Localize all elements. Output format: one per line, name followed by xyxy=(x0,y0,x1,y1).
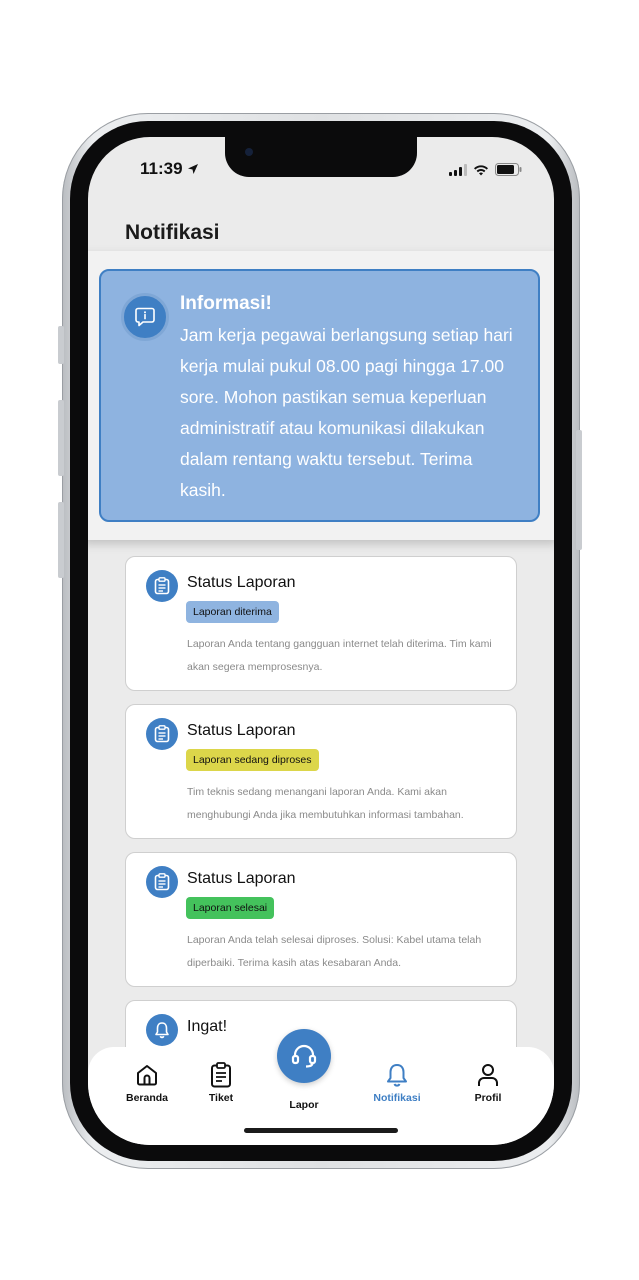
nav-profil[interactable]: Profil xyxy=(453,1061,523,1104)
info-message-icon xyxy=(121,293,169,341)
user-icon xyxy=(453,1061,523,1089)
bottom-navigation: Beranda Tiket Lapor Notifikasi Profil xyxy=(88,1029,554,1145)
notification-list: Status Laporan Laporan diterima Laporan … xyxy=(125,556,517,1073)
clipboard-icon xyxy=(146,718,178,750)
nav-label: Beranda xyxy=(125,1092,168,1104)
bell-icon xyxy=(146,1014,178,1046)
status-icons xyxy=(449,163,522,176)
volume-up-button xyxy=(58,400,64,476)
notification-description: Laporan Anda tentang gangguan internet t… xyxy=(187,638,492,673)
nav-tiket[interactable]: Tiket xyxy=(186,1061,256,1104)
notification-title: Status Laporan xyxy=(187,574,296,591)
status-badge: Laporan sedang diproses xyxy=(186,749,319,771)
power-button xyxy=(576,430,582,550)
nav-notifikasi[interactable]: Notifikasi xyxy=(362,1061,432,1104)
nav-label: Notifikasi xyxy=(373,1092,421,1104)
notification-description: Laporan Anda telah selesai diproses. Sol… xyxy=(187,934,482,969)
nav-label: Lapor xyxy=(289,1099,319,1111)
front-camera xyxy=(245,148,253,156)
bell-icon xyxy=(362,1061,432,1089)
info-popup: Informasi! Jam kerja pegawai berlangsung… xyxy=(88,251,554,540)
info-text: Jam kerja pegawai berlangsung setiap har… xyxy=(180,325,513,500)
nav-label: Tiket xyxy=(208,1092,234,1104)
app-screen: 11:39 Notifikasi Status Laporan Laporan … xyxy=(88,137,554,1145)
notification-title: Status Laporan xyxy=(187,722,296,739)
battery-icon xyxy=(495,163,522,176)
nav-label: Profil xyxy=(474,1092,502,1104)
notification-card[interactable]: Status Laporan Laporan selesai Laporan A… xyxy=(125,852,517,987)
notification-title: Ingat! xyxy=(187,1018,228,1035)
status-badge: Laporan diterima xyxy=(186,601,279,623)
home-indicator[interactable] xyxy=(244,1128,398,1133)
nav-beranda[interactable]: Beranda xyxy=(112,1061,182,1104)
clipboard-icon xyxy=(186,1061,256,1089)
notch xyxy=(225,137,417,177)
info-banner[interactable]: Informasi! Jam kerja pegawai berlangsung… xyxy=(99,269,540,522)
volume-down-button xyxy=(58,502,64,578)
silent-switch xyxy=(58,326,64,364)
notification-card[interactable]: Status Laporan Laporan diterima Laporan … xyxy=(125,556,517,691)
wifi-icon xyxy=(473,164,489,176)
cellular-signal-icon xyxy=(449,163,467,176)
notification-card[interactable]: Status Laporan Laporan sedang diproses T… xyxy=(125,704,517,839)
status-time: 11:39 xyxy=(140,159,199,179)
page-title: Notifikasi xyxy=(125,221,220,244)
notification-title: Status Laporan xyxy=(187,870,296,887)
notification-description: Tim teknis sedang menangani laporan Anda… xyxy=(187,786,464,821)
clipboard-icon xyxy=(146,866,178,898)
info-title: Informasi! xyxy=(180,293,272,314)
lapor-button[interactable] xyxy=(277,1029,331,1083)
home-icon xyxy=(112,1061,182,1089)
status-badge: Laporan selesai xyxy=(186,897,275,919)
location-arrow-icon xyxy=(188,164,199,174)
clipboard-icon xyxy=(146,570,178,602)
headset-icon xyxy=(291,1044,317,1068)
